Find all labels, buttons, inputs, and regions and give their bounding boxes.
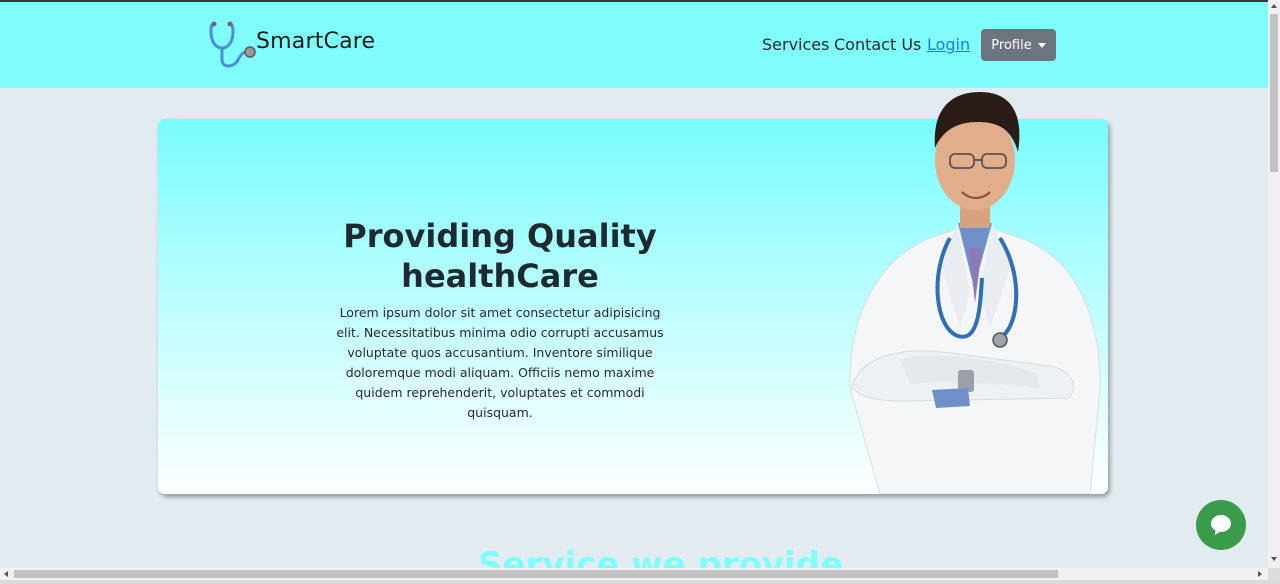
caret-down-icon [1037,42,1046,48]
scroll-down-arrow-icon[interactable] [1271,557,1277,561]
hero-title-line-1: Providing Quality [343,217,657,255]
brand-name[interactable]: SmartCare [256,29,375,54]
profile-dropdown-button[interactable]: Profile [981,29,1056,61]
nav-link-services[interactable]: Services [762,35,829,54]
nav-link-contact[interactable]: Contact Us [834,35,921,54]
window-bottom-border [0,580,1280,584]
nav-link-login[interactable]: Login [927,35,970,54]
horizontal-scrollbar-thumb[interactable] [14,570,1058,578]
scrollbar-corner [1268,568,1280,580]
vertical-scrollbar[interactable] [1268,0,1280,568]
doctor-image [849,92,1101,494]
navbar: SmartCare Services Contact Us Login Prof… [0,2,1268,88]
scroll-left-arrow-icon[interactable] [4,571,8,577]
hero-description: Lorem ipsum dolor sit amet consectetur a… [336,305,664,420]
hero-title-line-2: healthCare [401,257,599,295]
vertical-scrollbar-thumb[interactable] [1270,14,1278,172]
hero-title: Providing Quality healthCare [320,216,680,296]
scroll-right-arrow-icon[interactable] [1258,571,1262,577]
chat-widget-button[interactable] [1196,500,1246,550]
stethoscope-icon[interactable] [208,20,258,72]
horizontal-scrollbar[interactable] [0,568,1268,580]
chat-bubble-icon [1211,515,1231,535]
scroll-up-arrow-icon[interactable] [1271,4,1277,8]
profile-button-label: Profile [991,37,1032,53]
